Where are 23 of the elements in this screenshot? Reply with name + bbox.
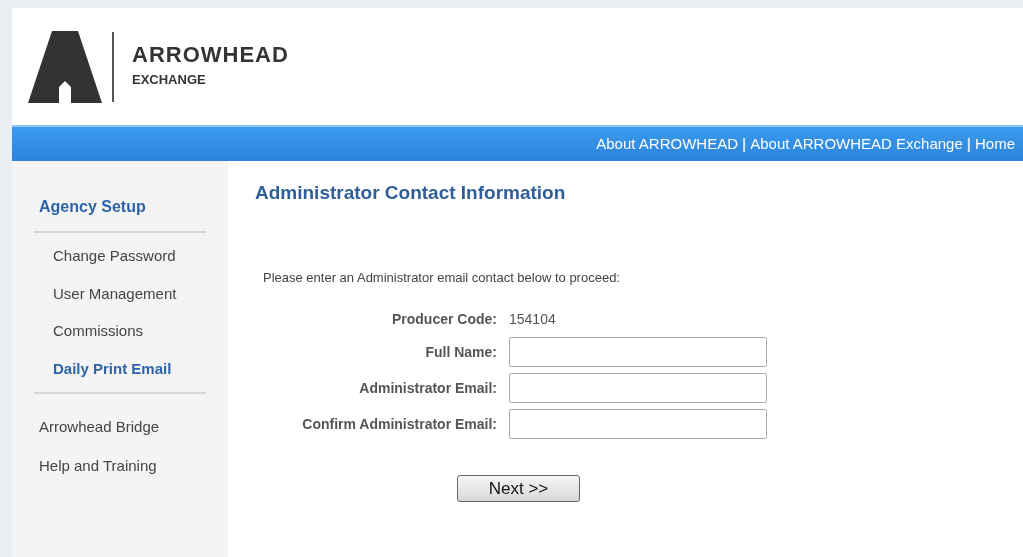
sidebar-item[interactable]: Help and Training bbox=[39, 454, 206, 477]
nav-separator: | bbox=[966, 133, 971, 154]
logo-name: ARROWHEAD bbox=[132, 43, 289, 66]
input-field[interactable] bbox=[509, 337, 767, 367]
nav-separator: | bbox=[742, 133, 747, 154]
field-label: Confirm Administrator Email: bbox=[301, 414, 498, 434]
logo-subtitle: EXCHANGE bbox=[132, 70, 207, 89]
field-label: Full Name: bbox=[424, 342, 498, 362]
input-field[interactable] bbox=[509, 373, 767, 403]
field-label: Administrator Email: bbox=[358, 378, 498, 398]
page-title: Administrator Contact Information bbox=[255, 181, 567, 205]
field-label: Producer Code: bbox=[391, 309, 498, 329]
logo-icon bbox=[28, 30, 102, 103]
producer-code: 154104 bbox=[509, 310, 556, 329]
sidebar-item[interactable]: Daily Print Email bbox=[53, 357, 206, 380]
sidebar-heading[interactable]: Agency Setup bbox=[34, 195, 206, 233]
sidebar-item[interactable]: User Management bbox=[53, 282, 206, 305]
sidebar-item[interactable]: Commissions bbox=[53, 320, 206, 343]
input-field[interactable] bbox=[509, 409, 767, 439]
sidebar-item[interactable]: Arrowhead Bridge bbox=[39, 416, 206, 439]
sidebar-item[interactable]: Change Password bbox=[53, 245, 206, 268]
next-button[interactable]: Next >> bbox=[457, 475, 580, 502]
instructions: Please enter an Administrator email contact below to proceed: bbox=[263, 268, 621, 287]
